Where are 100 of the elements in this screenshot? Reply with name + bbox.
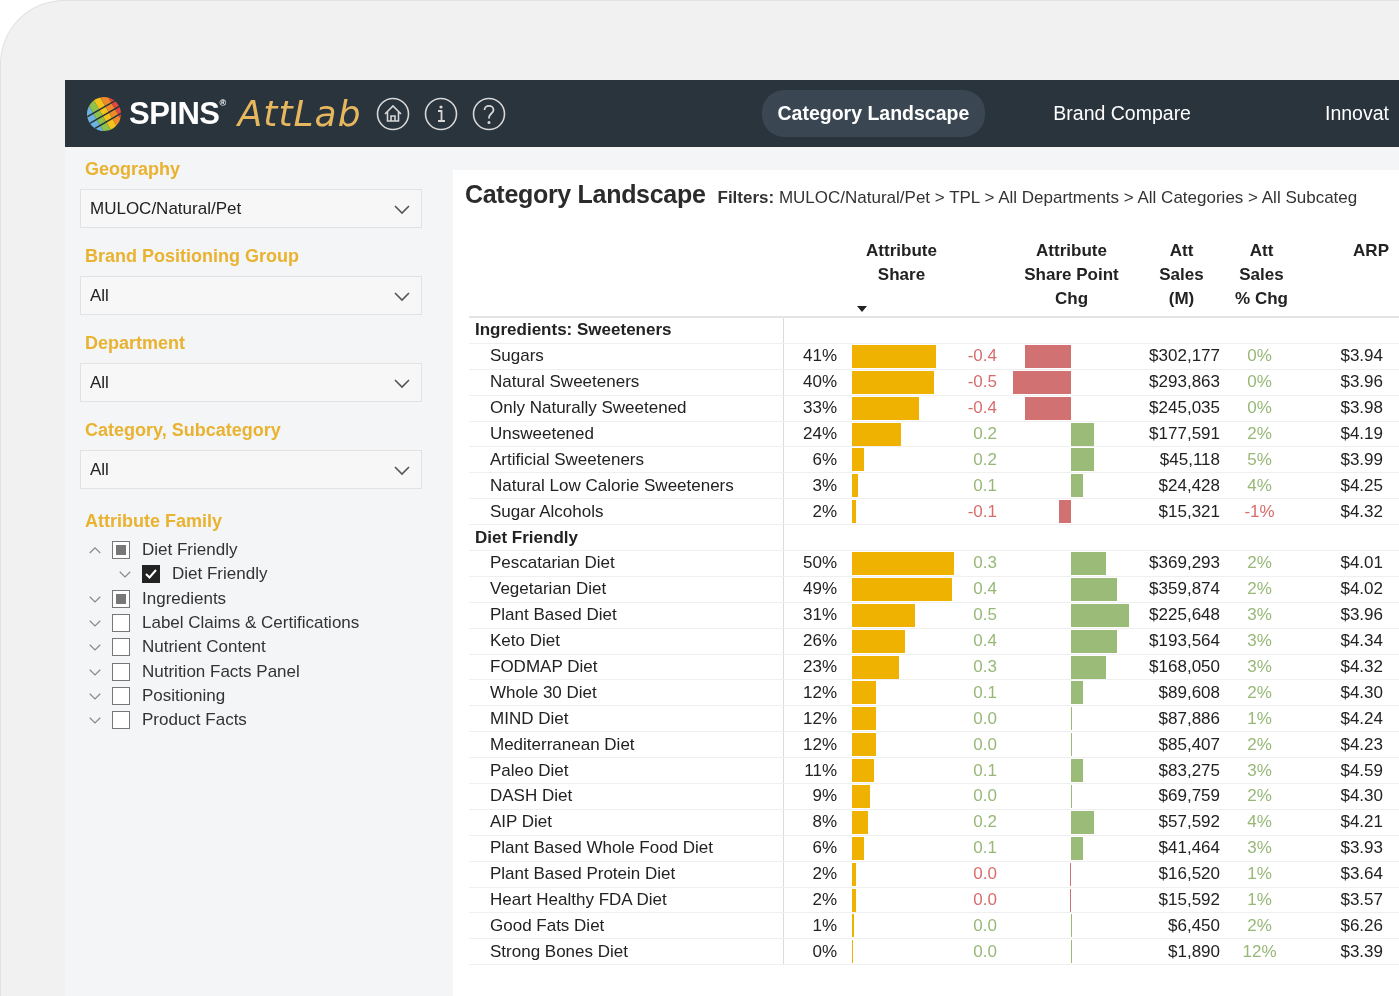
table-cell: 3% xyxy=(1247,631,1272,651)
checkbox[interactable] xyxy=(112,638,130,657)
checkbox[interactable] xyxy=(112,589,130,608)
table-cell: 31% xyxy=(802,605,837,625)
table-cell: 2% xyxy=(1247,786,1272,806)
share-bar xyxy=(852,422,901,446)
table-cell: 2% xyxy=(1247,553,1272,573)
tree-item[interactable]: Positioning xyxy=(142,685,226,706)
table-cell: $57,592 xyxy=(1158,812,1220,832)
table-cell: 0.0 xyxy=(973,708,997,728)
table-cell: 2% xyxy=(1247,734,1272,754)
nav-tab[interactable]: Innovat xyxy=(1324,90,1389,137)
column-header[interactable]: Att Sales % Chg xyxy=(1232,239,1291,311)
table-cell: $4.23 xyxy=(1340,734,1383,754)
table-cell: Pescatarian Diet xyxy=(490,553,615,574)
table-cell: -0.4 xyxy=(967,346,997,366)
group-header: Ingredients: Sweeteners xyxy=(475,320,672,341)
table-cell: $177,591 xyxy=(1149,424,1220,443)
tree-item[interactable]: Product Facts xyxy=(142,710,247,731)
table-cell: Sugar Alcohols xyxy=(490,501,604,522)
table-cell: 2% xyxy=(812,890,837,910)
table-cell: $4.32 xyxy=(1340,657,1383,676)
help-icon[interactable] xyxy=(471,96,506,131)
table-cell: Good Fats Diet xyxy=(490,915,605,936)
info-icon[interactable] xyxy=(423,96,458,131)
table-cell: Paleo Diet xyxy=(490,760,569,781)
table-cell: $293,863 xyxy=(1149,372,1220,392)
table-cell: 2% xyxy=(1247,579,1272,599)
table-cell: 3% xyxy=(1247,605,1272,625)
checkbox[interactable] xyxy=(112,614,130,633)
dropdown[interactable]: All xyxy=(80,276,422,315)
dropdown[interactable]: All xyxy=(80,363,422,402)
table-cell: Whole 30 Diet xyxy=(490,682,597,703)
home-icon[interactable] xyxy=(375,96,410,131)
filter-label: Department xyxy=(85,333,187,354)
table-cell: Plant Based Diet xyxy=(490,605,617,626)
nav-tab[interactable]: Brand Compare xyxy=(1037,90,1207,137)
table-cell: $83,275 xyxy=(1158,760,1220,780)
checkbox[interactable] xyxy=(112,541,130,560)
table-cell: 3% xyxy=(812,475,837,495)
table-cell: 0% xyxy=(812,941,837,961)
table-cell: 0.4 xyxy=(973,579,997,599)
share-bar xyxy=(852,396,920,420)
table-cell: $4.19 xyxy=(1340,424,1383,443)
checkbox[interactable] xyxy=(112,686,130,705)
column-header[interactable]: Att Sales (M) xyxy=(1154,239,1209,311)
report-title: Category Landscape xyxy=(465,180,706,209)
table-cell: Strong Bones Diet xyxy=(490,941,628,962)
table-cell: 3% xyxy=(1247,657,1272,676)
table-cell: Plant Based Protein Diet xyxy=(490,864,676,885)
share-bar xyxy=(852,733,877,757)
table-cell: Artificial Sweeteners xyxy=(490,449,644,470)
table-cell: 12% xyxy=(802,682,837,702)
filter-label: Brand Positioning Group xyxy=(85,246,300,267)
tree-item[interactable]: Nutrient Content xyxy=(142,637,266,658)
table-cell: 0% xyxy=(1247,372,1272,392)
table-cell: $15,592 xyxy=(1158,890,1220,910)
table-cell: $3.98 xyxy=(1340,398,1383,418)
checkbox[interactable] xyxy=(142,565,160,584)
table-cell: 0.3 xyxy=(973,553,997,573)
sort-descending-icon[interactable] xyxy=(857,306,868,312)
column-header[interactable]: ARP xyxy=(1338,239,1389,263)
table-cell: 12% xyxy=(802,708,837,728)
table-cell: 26% xyxy=(802,631,837,651)
tree-item[interactable]: Ingredients xyxy=(142,588,227,609)
column-header[interactable]: Attribute Share xyxy=(857,239,946,287)
table-cell: 3% xyxy=(1247,838,1272,858)
table-cell: $4.32 xyxy=(1340,501,1383,521)
table-cell: $45,118 xyxy=(1159,449,1220,469)
table-cell: Mediterranean Diet xyxy=(490,734,635,755)
table-cell: -0.1 xyxy=(967,501,997,521)
tree-item[interactable]: Diet Friendly xyxy=(142,540,238,561)
table-cell: $3.39 xyxy=(1340,941,1383,961)
nav-tab[interactable]: Category Landscape xyxy=(761,90,986,137)
table-cell: 0.0 xyxy=(973,786,997,806)
table-cell: 2% xyxy=(1247,682,1272,702)
table-cell: 0% xyxy=(1247,398,1272,418)
column-header[interactable]: Attribute Share Point Chg xyxy=(1017,239,1126,311)
table-cell: $4.30 xyxy=(1340,786,1383,806)
checkbox[interactable] xyxy=(112,662,130,681)
table-cell: 0.1 xyxy=(973,682,997,702)
dropdown[interactable]: MULOC/Natural/Pet xyxy=(80,189,422,228)
table-cell: $302,177 xyxy=(1149,346,1220,366)
table-cell: $3.64 xyxy=(1340,864,1383,884)
table-cell: 0.0 xyxy=(973,941,997,961)
table-cell: 0.1 xyxy=(973,475,997,495)
share-bar xyxy=(852,629,906,653)
tree-item[interactable]: Diet Friendly xyxy=(172,564,268,585)
table-cell: 0.1 xyxy=(973,760,997,780)
checkbox[interactable] xyxy=(112,711,130,730)
table-cell: 1% xyxy=(812,915,837,935)
table-cell: $16,520 xyxy=(1158,864,1220,884)
table-cell: 12% xyxy=(802,734,837,754)
tree-item[interactable]: Nutrition Facts Panel xyxy=(142,661,300,682)
table-cell: $4.25 xyxy=(1340,475,1383,495)
table-cell: 0.0 xyxy=(973,734,997,754)
tree-item[interactable]: Label Claims & Certifications xyxy=(142,613,360,634)
share-bar xyxy=(852,474,859,498)
table-cell: $4.01 xyxy=(1340,553,1383,573)
dropdown[interactable]: All xyxy=(80,450,422,489)
